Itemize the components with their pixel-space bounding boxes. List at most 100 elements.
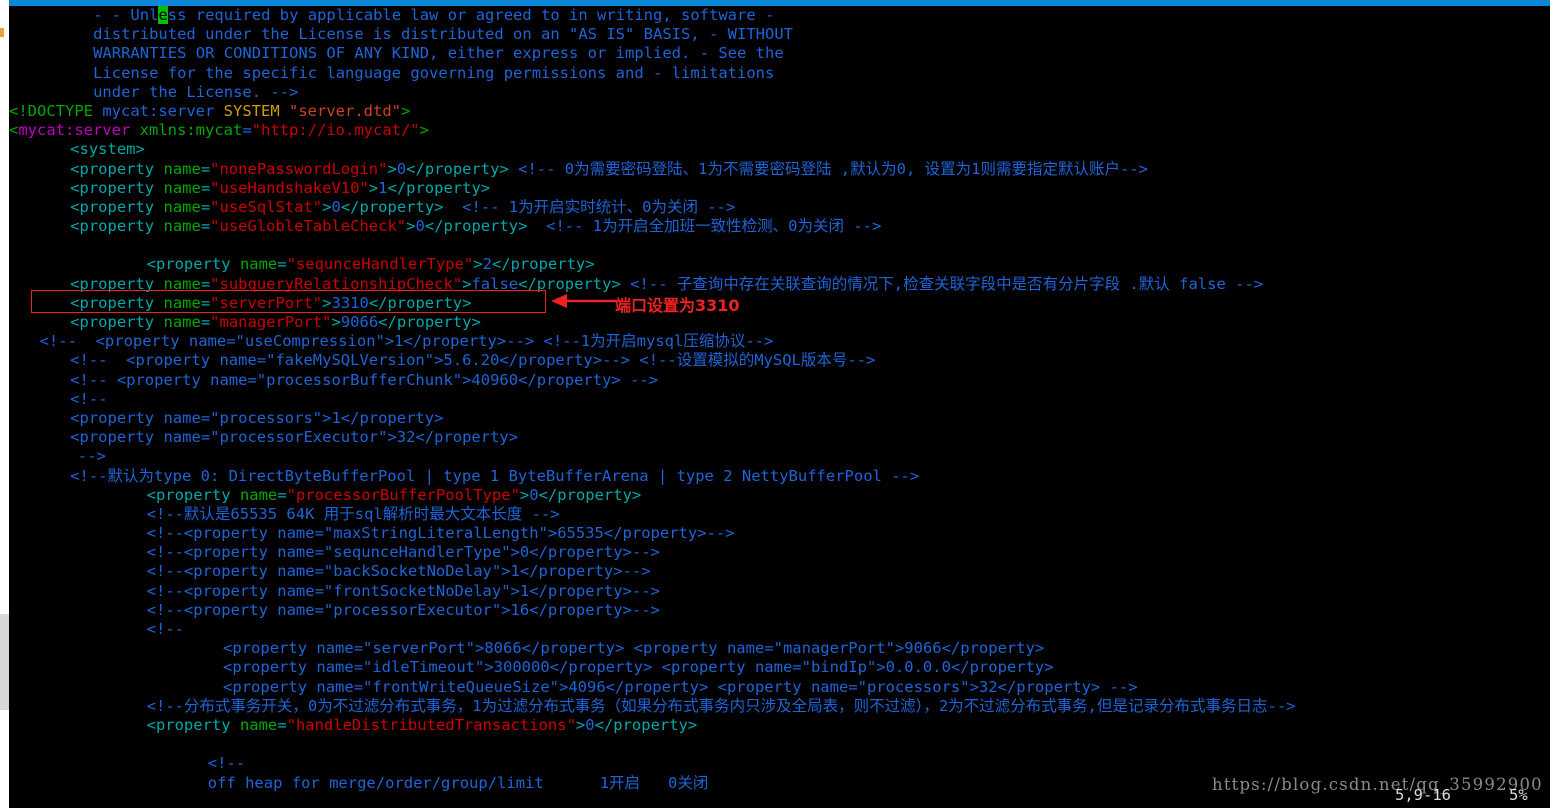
code-token: 0 <box>331 197 341 216</box>
code-token: "handleDistributedTransactions" <box>286 715 576 734</box>
code-token: = <box>200 217 211 236</box>
annotation-arrow-icon <box>551 294 617 308</box>
code-line: - - Unless required by applicable law or… <box>9 6 1550 25</box>
vim-text-buffer[interactable]: - - Unless required by applicable law or… <box>9 6 1550 793</box>
code-token: <property <box>70 178 164 197</box>
code-token: </property> <box>491 255 595 274</box>
code-line: <property name="managerPort">9066</prope… <box>9 313 1550 332</box>
code-token: <!-- 1为开启实时统计、0为关闭 --> <box>443 197 736 216</box>
code-token: </property> <box>378 313 481 331</box>
code-token: "useGlobleTableCheck" <box>210 217 407 236</box>
code-token: <!-- 子查询中存在关联查询的情况下,检查关联字段中是否有分片字段 .默认 f… <box>620 274 1264 293</box>
code-token: License for the specific language govern… <box>93 63 775 82</box>
code-line: <property name="handleDistributedTransac… <box>9 716 1550 735</box>
code-line: <!-- <property name="fakeMySQLVersion">5… <box>9 351 1550 370</box>
code-token: <property <box>70 197 164 216</box>
code-line: <!--<property name="maxStringLiteralLeng… <box>9 524 1550 543</box>
code-line: <property name="frontWriteQueueSize">409… <box>9 678 1550 697</box>
code-line: <property name="nonePasswordLogin">0</pr… <box>9 160 1550 179</box>
code-token: = <box>200 313 211 331</box>
code-line: under the License. --> <box>9 83 1550 102</box>
code-token: </property> <box>387 178 491 197</box>
code-token: <property <box>146 485 240 504</box>
code-token: </property> <box>594 715 698 734</box>
code-token: <!-- <box>70 389 108 408</box>
code-token: <!--默认是65535 64K 用于sql解析时最大文本长度 --> <box>146 504 560 523</box>
code-line: <!-- <property name="useCompression">1</… <box>9 332 1550 351</box>
code-token: <!-- <box>207 754 246 773</box>
code-token: name <box>239 715 278 734</box>
code-line: <system> <box>9 140 1550 159</box>
code-line: <!--<property name="processorExecutor">1… <box>9 601 1550 620</box>
code-token: "nonePasswordLogin" <box>210 159 388 178</box>
code-line: <property name="useHandshakeV10">1</prop… <box>9 179 1550 198</box>
status-cursor-position: 5,9-16 <box>1395 786 1451 804</box>
code-token: "sequnceHandlerType" <box>286 255 474 274</box>
code-token: 0 <box>396 159 407 178</box>
code-line: <property name="processorBufferPoolType"… <box>9 486 1550 505</box>
code-line: <!--<property name="frontSocketNoDelay">… <box>9 582 1550 601</box>
code-token: name <box>239 255 278 274</box>
code-token: 0 <box>415 217 425 236</box>
code-token: <!--<property name="backSocketNoDelay">1… <box>146 562 651 581</box>
code-token: <!-- <box>146 620 184 638</box>
code-token: <!-- <property name="useCompression">1</… <box>39 332 774 351</box>
code-token: <!--<property name="sequnceHandlerType">… <box>146 543 660 562</box>
code-token: <property <box>70 159 164 178</box>
code-token: name <box>163 159 201 178</box>
code-token: </property> <box>538 485 642 504</box>
code-token: <!-- 0为需要密码登陆、1为不需要密码登陆 ,默认为0, 设置为1则需要指定… <box>508 159 1148 178</box>
code-token: <property name="idleTimeout">300000</pro… <box>223 658 1054 677</box>
code-token: <property <box>146 255 240 274</box>
code-token: <!--<property name="processorExecutor">1… <box>146 600 660 619</box>
code-token: <!-- <property name="processorBufferChun… <box>70 370 659 389</box>
code-token: </property> <box>340 197 444 216</box>
code-line: WARRANTIES OR CONDITIONS OF ANY KIND, ei… <box>9 44 1550 63</box>
text-cursor: e <box>158 6 168 24</box>
code-token: <!-- 1为开启全加班一致性检测、0为关闭 --> <box>527 217 882 236</box>
code-token: > <box>331 313 341 331</box>
status-file-percent: 5% <box>1509 786 1528 804</box>
code-token: name <box>239 485 278 504</box>
page-scrollbar-thumb[interactable] <box>0 614 9 710</box>
code-token: = <box>200 197 211 216</box>
code-line: <!--<property name="backSocketNoDelay">1… <box>9 562 1550 581</box>
code-line: <!--默认为type 0: DirectByteBufferPool | ty… <box>9 467 1550 486</box>
code-line: <!--分布式事务开关，0为不过滤分布式事务，1为过滤分布式事务（如果分布式事务… <box>9 697 1550 716</box>
code-token: = <box>200 178 211 197</box>
code-token: "http://io.mycat/" <box>251 121 420 140</box>
code-token: <property name="serverPort">8066</proper… <box>223 639 1045 658</box>
code-line: <!--<property name="sequnceHandlerType">… <box>9 543 1550 562</box>
code-token: - - Unl <box>93 6 159 24</box>
serverport-highlight-box <box>31 290 546 313</box>
code-token: <property name="processorExecutor">32</p… <box>70 428 519 447</box>
code-token: = <box>277 485 287 504</box>
code-token: name <box>163 217 201 236</box>
code-token: > <box>473 255 483 274</box>
code-token: <!DOCTYPE <box>9 101 93 120</box>
code-token: distributed under the License is distrib… <box>93 25 793 44</box>
code-token: mycat:server <box>18 121 131 140</box>
code-line: <!-- <box>9 754 1550 773</box>
code-token: > <box>368 178 379 197</box>
code-line: --> <box>9 447 1550 466</box>
annotation-text: 端口设置为3310 <box>615 296 740 315</box>
code-token: under the License. --> <box>93 82 299 101</box>
code-line: <mycat:server xmlns:mycat="http://io.myc… <box>9 121 1550 140</box>
code-token: ss required by applicable law or agreed … <box>167 6 775 24</box>
terminal-window[interactable]: - - Unless required by applicable law or… <box>9 0 1550 808</box>
code-token: SYSTEM <box>223 101 280 120</box>
code-line: <property name="processorExecutor">32</p… <box>9 428 1550 447</box>
code-token: > <box>400 101 411 120</box>
code-token: </property> <box>406 159 509 178</box>
code-token: = <box>277 715 287 734</box>
code-token: "useSqlStat" <box>210 197 323 216</box>
code-line: <property name="useSqlStat">0</property>… <box>9 198 1550 217</box>
code-line: <property name="processors">1</property> <box>9 409 1550 428</box>
code-token: xmlns:mycat <box>139 121 243 140</box>
code-line: <property name="useGlobleTableCheck">0</… <box>9 217 1550 236</box>
code-token: --> <box>77 447 106 466</box>
code-line: distributed under the License is distrib… <box>9 25 1550 44</box>
